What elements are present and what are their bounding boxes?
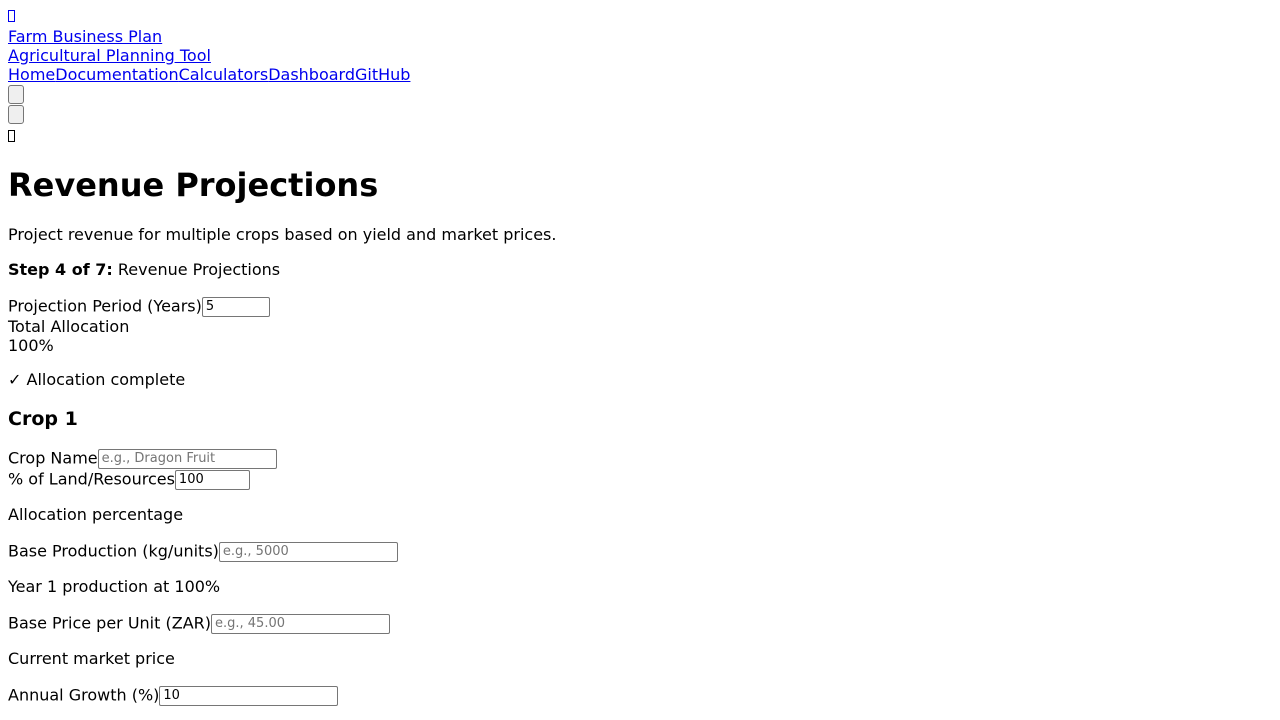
base-production-label: Base Production (kg/units) — [8, 541, 219, 561]
base-price-input[interactable] — [211, 613, 390, 634]
land-allocation-row: % of Land/Resources — [8, 468, 250, 490]
menu-toggle-link[interactable] — [8, 8, 15, 26]
base-price-row: Base Price per Unit (ZAR) — [8, 612, 390, 634]
crop-name-row: Crop Name — [8, 447, 277, 469]
page-title: Revenue Projections — [8, 166, 379, 204]
nav-home[interactable]: Home — [8, 65, 55, 84]
base-production-help: Year 1 production at 100% — [8, 577, 221, 596]
annual-growth-input[interactable] — [159, 685, 339, 706]
total-allocation-label: Total Allocation — [8, 317, 130, 336]
nav-github[interactable]: GitHub — [355, 65, 410, 84]
base-price-label: Base Price per Unit (ZAR) — [8, 613, 211, 633]
base-production-row: Base Production (kg/units) — [8, 540, 398, 562]
app-title-link[interactable]: Farm Business Plan — [8, 27, 162, 46]
nav-dashboard[interactable]: Dashboard — [268, 65, 355, 84]
annual-growth-label: Annual Growth (%) — [8, 685, 160, 705]
step-label: Step 4 of 7: — [8, 260, 113, 279]
base-production-input[interactable] — [218, 541, 398, 562]
crop-heading: Crop 1 — [8, 408, 78, 430]
projection-period-input[interactable] — [201, 296, 270, 317]
projection-period-row: Projection Period (Years) — [8, 295, 270, 317]
land-allocation-label: % of Land/Resources — [8, 469, 175, 489]
theme-toggle-button[interactable] — [8, 85, 24, 104]
base-price-help: Current market price — [8, 649, 175, 668]
close-icon-wrap[interactable] — [8, 128, 15, 146]
step-indicator: Step 4 of 7: Revenue Projections — [8, 260, 280, 280]
nav-calculators[interactable]: Calculators — [179, 65, 269, 84]
step-name: Revenue Projections — [117, 260, 281, 279]
main-nav: HomeDocumentationCalculatorsDashboardGit… — [8, 65, 410, 84]
nav-documentation[interactable]: Documentation — [55, 65, 178, 84]
menu-icon — [8, 10, 15, 22]
allocation-status: ✓ Allocation complete — [8, 370, 186, 389]
annual-growth-row: Annual Growth (%) — [8, 684, 339, 706]
crop-name-input[interactable] — [97, 448, 277, 469]
app-subtitle-link[interactable]: Agricultural Planning Tool — [8, 46, 211, 65]
page-description: Project revenue for multiple crops based… — [8, 225, 557, 244]
total-allocation-value: 100% — [8, 336, 54, 355]
close-icon — [8, 130, 15, 142]
page: Farm Business Plan Agricultural Planning… — [0, 0, 1280, 720]
projection-period-label: Projection Period (Years) — [8, 296, 202, 316]
search-button[interactable] — [8, 105, 24, 124]
land-allocation-help: Allocation percentage — [8, 505, 184, 524]
crop-name-label: Crop Name — [8, 448, 98, 468]
land-allocation-input[interactable] — [174, 469, 250, 490]
